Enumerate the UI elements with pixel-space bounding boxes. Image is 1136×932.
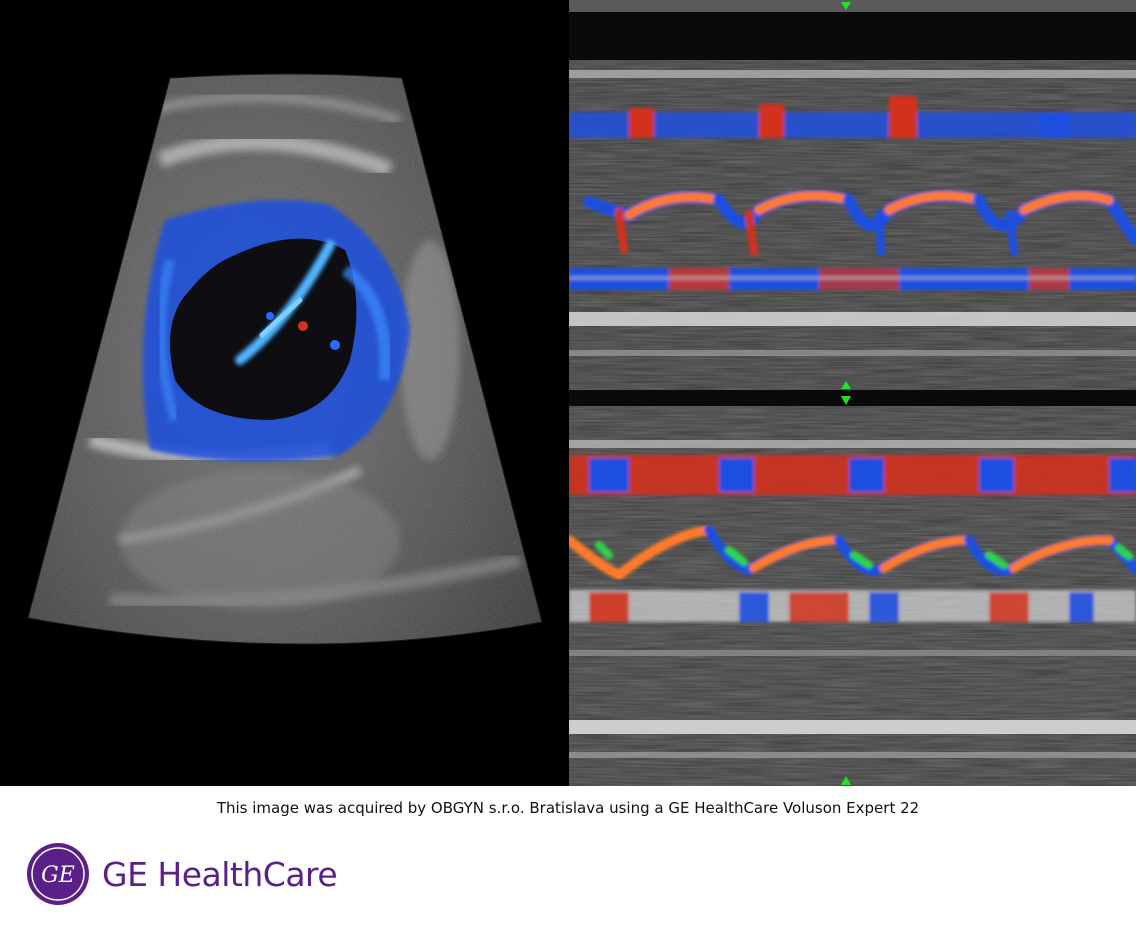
m-mode-trace	[569, 0, 1136, 786]
brand-name: GE HealthCare	[102, 854, 338, 894]
ge-monogram-icon: GE	[27, 843, 89, 905]
m-mode-pane	[569, 0, 1136, 786]
brand-block: GE GE HealthCare	[26, 843, 338, 905]
ultrasound-display	[0, 0, 1136, 786]
brand-logo-text: GE	[41, 863, 75, 888]
sector-image-pane	[0, 0, 569, 786]
sector-image	[27, 73, 543, 645]
acquisition-caption: This image was acquired by OBGYN s.r.o. …	[216, 799, 920, 817]
